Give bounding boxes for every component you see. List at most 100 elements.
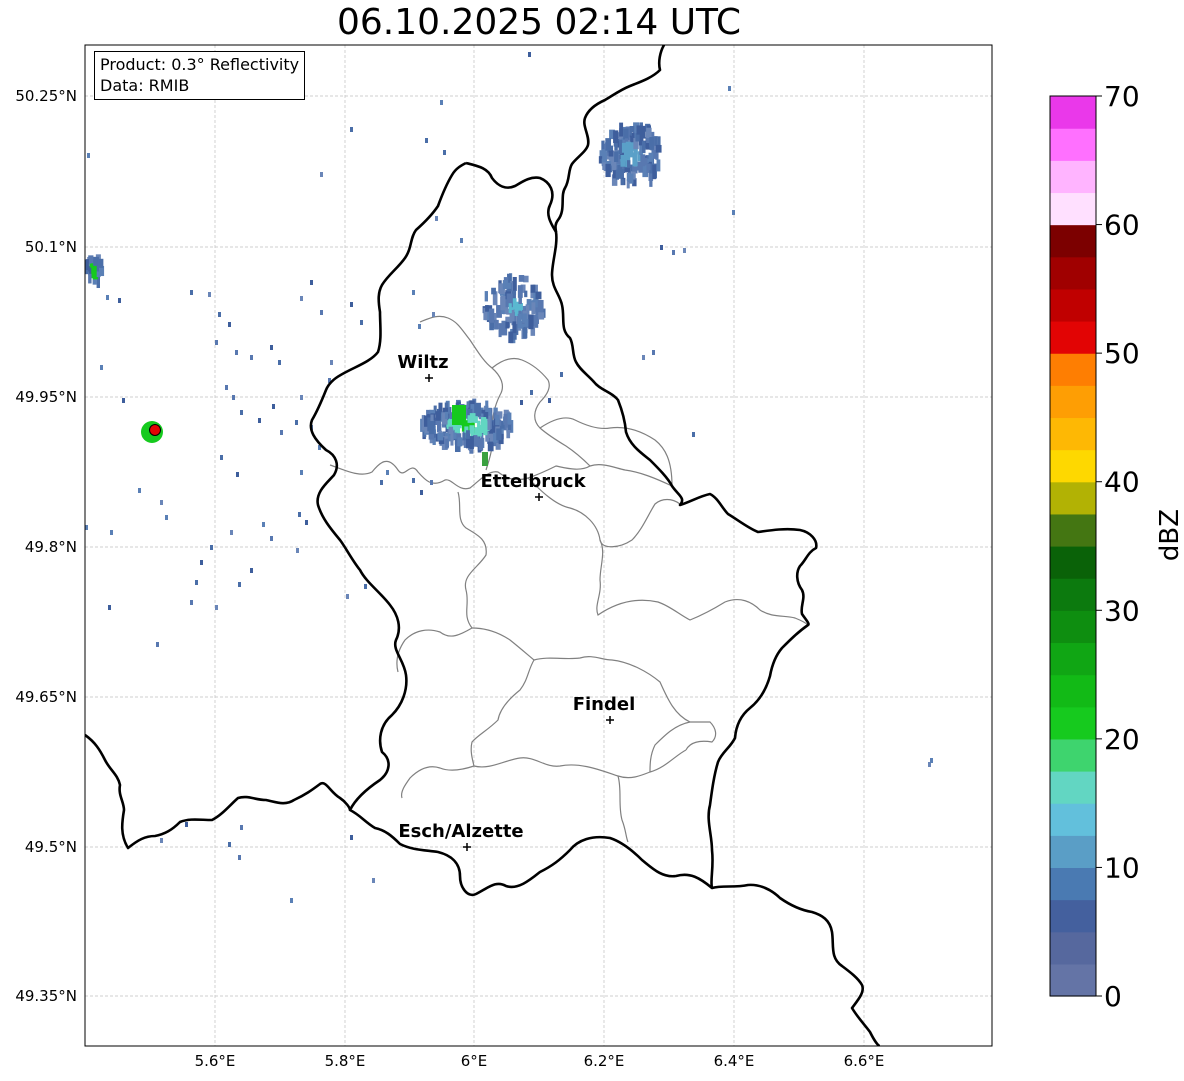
map-frame-background	[85, 45, 992, 1046]
echo-pixel	[310, 280, 313, 285]
echo-pixel	[491, 287, 496, 295]
echo-pixel	[494, 319, 499, 330]
echo-pixel	[380, 480, 383, 485]
colorbar-segment	[1050, 481, 1096, 515]
echo-pixel	[636, 125, 643, 135]
echo-pixel	[618, 139, 623, 155]
echo-pixel	[300, 470, 303, 475]
lon-tick-label: 6.4°E	[714, 1052, 755, 1070]
echo-pixel	[443, 150, 446, 155]
echo-pixel	[88, 273, 92, 284]
echo-pixel	[605, 138, 612, 151]
echo-pixel	[495, 414, 500, 426]
echo-pixel	[683, 248, 686, 253]
colorbar-tick-label: 70	[1104, 80, 1140, 113]
echo-pixel	[452, 405, 466, 425]
echo-pixel	[445, 438, 449, 449]
echo-pixel	[110, 530, 113, 535]
radar-site-marker	[149, 424, 161, 436]
echo-pixel	[623, 128, 629, 140]
colorbar-segment	[1050, 256, 1096, 290]
echo-pixel	[512, 276, 517, 291]
echo-pixel	[364, 584, 367, 589]
echo-pixel	[601, 140, 605, 151]
echo-pixel	[524, 290, 528, 298]
lat-tick-label: 49.8°N	[25, 538, 77, 556]
colorbar-segment	[1050, 160, 1096, 194]
longitude-labels: 5.6°E 5.8°E 6°E 6.2°E 6.4°E 6.6°E	[195, 1052, 885, 1070]
colorbar-segment	[1050, 449, 1096, 483]
echo-pixel	[498, 323, 502, 338]
echo-pixel	[649, 137, 654, 150]
echo-pixel	[531, 302, 536, 315]
city-label: Wiltz	[397, 352, 448, 373]
echo-pixel	[228, 322, 231, 327]
echo-pixel	[195, 580, 198, 585]
echo-pixel	[156, 642, 159, 647]
echo-pixel	[469, 436, 474, 450]
echo-pixel	[296, 548, 299, 553]
echo-pixel	[437, 432, 444, 441]
lat-tick-label: 49.95°N	[15, 388, 77, 406]
echo-pixel	[444, 411, 449, 419]
echo-pixel	[524, 318, 529, 327]
echo-pixel	[475, 402, 481, 417]
echo-pixel	[642, 355, 645, 360]
colorbar-segment	[1050, 738, 1096, 772]
echo-pixel	[488, 308, 495, 323]
colorbar-tick-label: 40	[1104, 466, 1140, 499]
latitude-labels: 50.25°N 50.1°N 49.95°N 49.8°N 49.65°N 49.5°N 4…	[15, 87, 77, 1005]
echo-pixel	[300, 296, 303, 301]
echo-pixel	[518, 275, 525, 282]
colorbar-segment	[1050, 610, 1096, 644]
city-label: Findel	[573, 694, 636, 715]
echo-pixel	[457, 437, 463, 447]
echo-pixel	[106, 295, 109, 300]
echo-pixel	[478, 438, 484, 451]
echo-pixel	[608, 150, 614, 157]
echo-pixel	[280, 430, 283, 435]
colorbar-segment	[1050, 578, 1096, 611]
echo-pixel	[272, 404, 275, 409]
city-label: Ettelbruck	[480, 471, 586, 492]
colorbar-segment	[1050, 385, 1096, 419]
echo-pixel	[92, 265, 97, 278]
echo-pixel	[278, 360, 281, 365]
echo-pixel	[190, 600, 193, 605]
colorbar-segment	[1050, 417, 1096, 451]
echo-pixel	[518, 290, 522, 304]
colorbar-segment	[1050, 224, 1096, 258]
lon-tick-label: 5.8°E	[325, 1052, 366, 1070]
echo-pixel	[430, 414, 434, 421]
echo-pixel	[508, 303, 512, 314]
lat-tick-label: 50.25°N	[15, 87, 77, 105]
lon-tick-label: 6°E	[461, 1052, 488, 1070]
lat-tick-label: 49.65°N	[15, 688, 77, 706]
echo-pixel	[626, 172, 630, 181]
echo-pixel	[453, 432, 457, 439]
echo-pixel	[657, 136, 661, 146]
colorbar-tick-label: 10	[1104, 851, 1140, 884]
echo-pixel	[138, 488, 141, 493]
colorbar-segment	[1050, 963, 1096, 997]
lat-tick-label: 49.5°N	[25, 838, 77, 856]
colorbar-segment	[1050, 867, 1096, 901]
echo-pixel	[190, 290, 193, 295]
echo-pixel	[232, 395, 235, 400]
echo-pixel	[619, 122, 624, 137]
echo-pixel	[350, 835, 353, 840]
lon-tick-label: 5.6°E	[195, 1052, 236, 1070]
echo-pixel	[320, 172, 323, 177]
echo-pixel	[87, 153, 90, 158]
echo-pixel	[617, 164, 623, 179]
echo-pixel	[632, 152, 638, 167]
colorbar-segment	[1050, 642, 1096, 676]
echo-pixel	[484, 291, 488, 302]
echo-pixel	[672, 250, 675, 255]
echo-pixel	[496, 428, 502, 441]
echo-pixel	[528, 52, 531, 57]
echo-pixel	[602, 162, 606, 171]
echo-pixel	[517, 313, 522, 329]
echo-pixel	[350, 302, 353, 307]
echo-pixel	[469, 413, 476, 423]
